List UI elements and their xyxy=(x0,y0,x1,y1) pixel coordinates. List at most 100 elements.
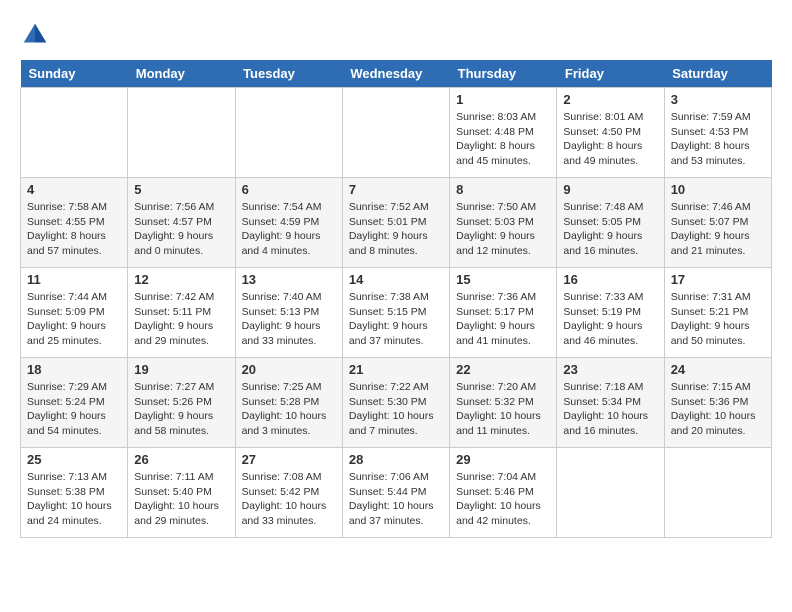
calendar-cell: 9 Sunrise: 7:48 AM Sunset: 5:05 PM Daylig… xyxy=(557,178,664,268)
day-info: Sunrise: 7:48 AM Sunset: 5:05 PM Dayligh… xyxy=(563,200,657,259)
calendar-cell: 26 Sunrise: 7:11 AM Sunset: 5:40 PM Dayli… xyxy=(128,448,235,538)
day-info: Sunrise: 8:03 AM Sunset: 4:48 PM Dayligh… xyxy=(456,110,550,169)
day-number: 19 xyxy=(134,362,228,377)
day-number: 18 xyxy=(27,362,121,377)
day-info: Sunrise: 7:25 AM Sunset: 5:28 PM Dayligh… xyxy=(242,380,336,439)
day-info: Sunrise: 7:58 AM Sunset: 4:55 PM Dayligh… xyxy=(27,200,121,259)
week-row-3: 11 Sunrise: 7:44 AM Sunset: 5:09 PM Dayli… xyxy=(21,268,772,358)
weekday-header-friday: Friday xyxy=(557,60,664,88)
day-number: 17 xyxy=(671,272,765,287)
calendar-cell xyxy=(21,88,128,178)
calendar-cell: 21 Sunrise: 7:22 AM Sunset: 5:30 PM Dayli… xyxy=(342,358,449,448)
calendar-cell: 20 Sunrise: 7:25 AM Sunset: 5:28 PM Dayli… xyxy=(235,358,342,448)
calendar-cell: 22 Sunrise: 7:20 AM Sunset: 5:32 PM Dayli… xyxy=(450,358,557,448)
calendar-cell: 23 Sunrise: 7:18 AM Sunset: 5:34 PM Dayli… xyxy=(557,358,664,448)
week-row-5: 25 Sunrise: 7:13 AM Sunset: 5:38 PM Dayli… xyxy=(21,448,772,538)
day-info: Sunrise: 7:50 AM Sunset: 5:03 PM Dayligh… xyxy=(456,200,550,259)
page-header xyxy=(20,20,772,50)
day-info: Sunrise: 7:31 AM Sunset: 5:21 PM Dayligh… xyxy=(671,290,765,349)
day-number: 2 xyxy=(563,92,657,107)
day-info: Sunrise: 7:40 AM Sunset: 5:13 PM Dayligh… xyxy=(242,290,336,349)
logo xyxy=(20,20,54,50)
calendar-cell: 7 Sunrise: 7:52 AM Sunset: 5:01 PM Daylig… xyxy=(342,178,449,268)
day-info: Sunrise: 7:38 AM Sunset: 5:15 PM Dayligh… xyxy=(349,290,443,349)
day-number: 10 xyxy=(671,182,765,197)
calendar-cell: 11 Sunrise: 7:44 AM Sunset: 5:09 PM Dayli… xyxy=(21,268,128,358)
calendar-cell xyxy=(557,448,664,538)
calendar-cell: 27Sunrise: 7:08 AM Sunset: 5:42 PM Dayli… xyxy=(235,448,342,538)
day-number: 15 xyxy=(456,272,550,287)
day-info: Sunrise: 7:29 AM Sunset: 5:24 PM Dayligh… xyxy=(27,380,121,439)
calendar-cell: 2 Sunrise: 8:01 AM Sunset: 4:50 PM Daylig… xyxy=(557,88,664,178)
calendar-cell: 16Sunrise: 7:33 AM Sunset: 5:19 PM Dayli… xyxy=(557,268,664,358)
day-info: Sunrise: 7:06 AM Sunset: 5:44 PM Dayligh… xyxy=(349,470,443,529)
calendar-cell: 24 Sunrise: 7:15 AM Sunset: 5:36 PM Dayli… xyxy=(664,358,771,448)
calendar-table: SundayMondayTuesdayWednesdayThursdayFrid… xyxy=(20,60,772,538)
calendar-cell: 15 Sunrise: 7:36 AM Sunset: 5:17 PM Dayli… xyxy=(450,268,557,358)
weekday-header-row: SundayMondayTuesdayWednesdayThursdayFrid… xyxy=(21,60,772,88)
weekday-header-sunday: Sunday xyxy=(21,60,128,88)
day-number: 29 xyxy=(456,452,550,467)
calendar-cell: 19 Sunrise: 7:27 AM Sunset: 5:26 PM Dayli… xyxy=(128,358,235,448)
day-number: 13 xyxy=(242,272,336,287)
day-info: Sunrise: 7:11 AM Sunset: 5:40 PM Dayligh… xyxy=(134,470,228,529)
day-number: 25 xyxy=(27,452,121,467)
day-number: 7 xyxy=(349,182,443,197)
day-info: Sunrise: 7:27 AM Sunset: 5:26 PM Dayligh… xyxy=(134,380,228,439)
day-number: 8 xyxy=(456,182,550,197)
week-row-4: 18 Sunrise: 7:29 AM Sunset: 5:24 PM Dayli… xyxy=(21,358,772,448)
calendar-cell: 8 Sunrise: 7:50 AM Sunset: 5:03 PM Daylig… xyxy=(450,178,557,268)
day-info: Sunrise: 7:36 AM Sunset: 5:17 PM Dayligh… xyxy=(456,290,550,349)
calendar-cell xyxy=(128,88,235,178)
day-number: 14 xyxy=(349,272,443,287)
calendar-cell: 28 Sunrise: 7:06 AM Sunset: 5:44 PM Dayli… xyxy=(342,448,449,538)
week-row-1: 1 Sunrise: 8:03 AM Sunset: 4:48 PM Daylig… xyxy=(21,88,772,178)
day-number: 23 xyxy=(563,362,657,377)
day-number: 11 xyxy=(27,272,121,287)
calendar-cell: 18 Sunrise: 7:29 AM Sunset: 5:24 PM Dayli… xyxy=(21,358,128,448)
calendar-cell: 1 Sunrise: 8:03 AM Sunset: 4:48 PM Daylig… xyxy=(450,88,557,178)
weekday-header-saturday: Saturday xyxy=(664,60,771,88)
day-number: 21 xyxy=(349,362,443,377)
day-number: 9 xyxy=(563,182,657,197)
day-number: 24 xyxy=(671,362,765,377)
day-number: 16 xyxy=(563,272,657,287)
day-info: Sunrise: 7:54 AM Sunset: 4:59 PM Dayligh… xyxy=(242,200,336,259)
day-number: 22 xyxy=(456,362,550,377)
day-info: Sunrise: 8:01 AM Sunset: 4:50 PM Dayligh… xyxy=(563,110,657,169)
weekday-header-thursday: Thursday xyxy=(450,60,557,88)
calendar-cell: 25 Sunrise: 7:13 AM Sunset: 5:38 PM Dayli… xyxy=(21,448,128,538)
day-info: Sunrise: 7:20 AM Sunset: 5:32 PM Dayligh… xyxy=(456,380,550,439)
day-info: Sunrise: 7:04 AM Sunset: 5:46 PM Dayligh… xyxy=(456,470,550,529)
day-info: Sunrise: 7:42 AM Sunset: 5:11 PM Dayligh… xyxy=(134,290,228,349)
day-number: 12 xyxy=(134,272,228,287)
day-info: Sunrise: 7:15 AM Sunset: 5:36 PM Dayligh… xyxy=(671,380,765,439)
calendar-cell: 14 Sunrise: 7:38 AM Sunset: 5:15 PM Dayli… xyxy=(342,268,449,358)
weekday-header-wednesday: Wednesday xyxy=(342,60,449,88)
day-number: 20 xyxy=(242,362,336,377)
day-info: Sunrise: 7:52 AM Sunset: 5:01 PM Dayligh… xyxy=(349,200,443,259)
day-info: Sunrise: 7:56 AM Sunset: 4:57 PM Dayligh… xyxy=(134,200,228,259)
calendar-cell: 10Sunrise: 7:46 AM Sunset: 5:07 PM Dayli… xyxy=(664,178,771,268)
day-number: 1 xyxy=(456,92,550,107)
day-info: Sunrise: 7:13 AM Sunset: 5:38 PM Dayligh… xyxy=(27,470,121,529)
day-info: Sunrise: 7:44 AM Sunset: 5:09 PM Dayligh… xyxy=(27,290,121,349)
day-number: 26 xyxy=(134,452,228,467)
logo-icon xyxy=(20,20,50,50)
calendar-cell xyxy=(664,448,771,538)
calendar-cell: 12 Sunrise: 7:42 AM Sunset: 5:11 PM Dayli… xyxy=(128,268,235,358)
day-number: 5 xyxy=(134,182,228,197)
calendar-cell: 17 Sunrise: 7:31 AM Sunset: 5:21 PM Dayli… xyxy=(664,268,771,358)
weekday-header-tuesday: Tuesday xyxy=(235,60,342,88)
calendar-cell: 29 Sunrise: 7:04 AM Sunset: 5:46 PM Dayli… xyxy=(450,448,557,538)
day-number: 28 xyxy=(349,452,443,467)
calendar-cell: 4Sunrise: 7:58 AM Sunset: 4:55 PM Daylig… xyxy=(21,178,128,268)
day-info: Sunrise: 7:18 AM Sunset: 5:34 PM Dayligh… xyxy=(563,380,657,439)
weekday-header-monday: Monday xyxy=(128,60,235,88)
day-info: Sunrise: 7:59 AM Sunset: 4:53 PM Dayligh… xyxy=(671,110,765,169)
day-info: Sunrise: 7:22 AM Sunset: 5:30 PM Dayligh… xyxy=(349,380,443,439)
calendar-cell xyxy=(235,88,342,178)
day-number: 27 xyxy=(242,452,336,467)
week-row-2: 4Sunrise: 7:58 AM Sunset: 4:55 PM Daylig… xyxy=(21,178,772,268)
calendar-cell: 6Sunrise: 7:54 AM Sunset: 4:59 PM Daylig… xyxy=(235,178,342,268)
